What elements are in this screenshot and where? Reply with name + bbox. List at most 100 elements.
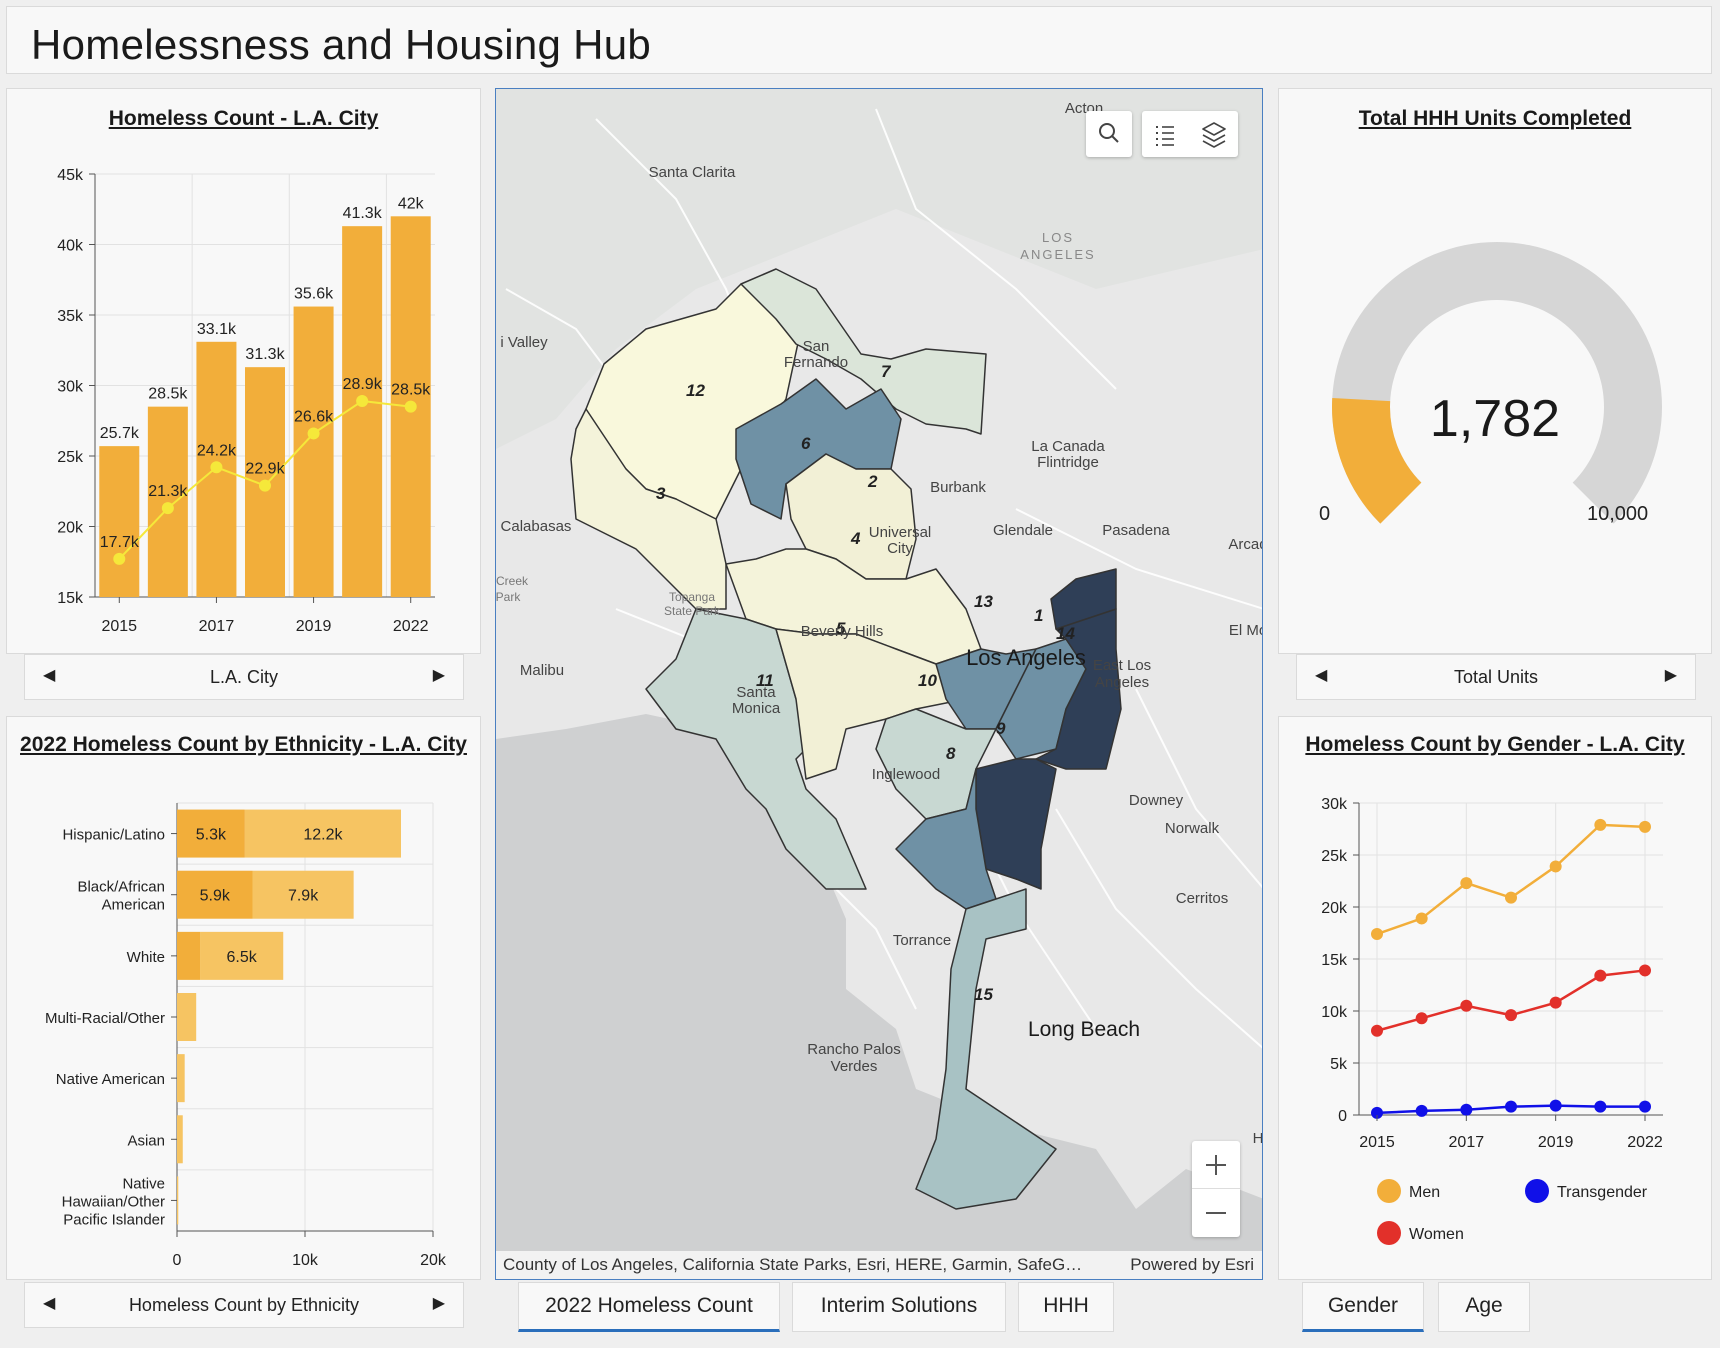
- place-label: Burbank: [930, 479, 986, 496]
- district-label: 14: [1056, 624, 1075, 643]
- plus-icon: [1206, 1155, 1226, 1175]
- place-label: Santa: [736, 684, 776, 701]
- series-point: [1549, 996, 1562, 1009]
- series-point: [1505, 1009, 1517, 1022]
- segment-label: 5.9k: [200, 888, 231, 905]
- x-tick-label: 20k: [420, 1252, 447, 1269]
- series-point: [1460, 1103, 1473, 1116]
- legend-list-icon[interactable]: [1142, 111, 1190, 157]
- y-tick-label: 25k: [1321, 848, 1348, 865]
- category-label: Asian: [127, 1132, 165, 1149]
- ethnicity-panel: 2022 Homeless Count by Ethnicity - L.A. …: [6, 716, 481, 1280]
- segment-label: 6.5k: [227, 949, 258, 966]
- units-panel: Total HHH Units Completed 1,782 0 10,000: [1278, 88, 1712, 654]
- place-label: Topanga: [669, 590, 715, 604]
- y-tick-label: 40k: [57, 238, 84, 255]
- category-label: Native American: [56, 1071, 165, 1088]
- category-label: Black/African: [77, 879, 165, 896]
- map-canvas[interactable]: 12 7 6 2 3 4 13 1 14 5 11 10 9 8 15 Acto…: [496, 89, 1263, 1280]
- place-label: Los Angeles: [966, 645, 1086, 670]
- next-arrow-icon[interactable]: ▶: [433, 1293, 445, 1313]
- layers-icon[interactable]: [1190, 111, 1238, 157]
- bar-value-label: 33.1k: [197, 321, 237, 338]
- series-point: [1594, 969, 1607, 982]
- gender-panel: Homeless Count by Gender - L.A. City 0 5k…: [1278, 716, 1712, 1280]
- ethnicity-nav: ◀ Homeless Count by Ethnicity ▶: [24, 1282, 464, 1328]
- x-tick-label: 2022: [393, 618, 429, 635]
- bar-value-label: 31.3k: [245, 346, 285, 363]
- series-point: [1505, 891, 1517, 904]
- place-label: Monica: [732, 700, 781, 717]
- tab-age[interactable]: Age: [1438, 1282, 1530, 1332]
- x-tick-label: 2019: [1538, 1134, 1574, 1151]
- x-tick-label: 0: [173, 1252, 182, 1269]
- place-label: City: [887, 540, 913, 557]
- segment-label: 7.9k: [288, 888, 319, 905]
- place-label: Arcad: [1228, 536, 1263, 553]
- place-label: State Park: [664, 604, 721, 618]
- place-label: Verdes: [831, 1058, 878, 1075]
- place-label: i Valley: [500, 334, 548, 351]
- series-point: [1505, 1100, 1517, 1113]
- line-point: [210, 461, 223, 474]
- bar: [342, 226, 383, 598]
- tab-hhh[interactable]: HHH: [1018, 1282, 1114, 1332]
- search-button[interactable]: [1086, 111, 1132, 157]
- series-point: [1415, 1104, 1428, 1117]
- line-value-label: 24.2k: [197, 442, 237, 459]
- series-point: [1594, 1100, 1607, 1113]
- category-label: Multi-Racial/Other: [45, 1010, 165, 1027]
- tab-gender[interactable]: Gender: [1302, 1282, 1424, 1332]
- units-nav: ◀ Total Units ▶: [1296, 654, 1696, 700]
- homeless-count-chart: 15k 20k 25k 30k 35k 40k 45k 25.7k 28.5k 33.1k 31.3…: [57, 167, 435, 635]
- district-label: 15: [974, 985, 993, 1004]
- tab-2022-homeless-count[interactable]: 2022 Homeless Count: [518, 1282, 780, 1332]
- place-label: LOS: [1042, 230, 1074, 245]
- category-label: Native: [122, 1175, 165, 1192]
- category-label: White: [127, 949, 165, 966]
- place-label: Inglewood: [872, 766, 940, 783]
- series-point: [1639, 820, 1651, 833]
- gauge-min-label: 0: [1319, 503, 1331, 525]
- homeless-count-panel: Homeless Count - L.A. City 15k 20k 25k 30k 3…: [6, 88, 481, 654]
- place-label: La Canada: [1031, 438, 1105, 455]
- district-label: 9: [996, 719, 1006, 738]
- district-label: 8: [946, 744, 956, 763]
- place-label: Long Beach: [1028, 1018, 1140, 1041]
- place-label: Rancho Palos: [807, 1041, 900, 1058]
- bar-segment-b: [177, 1054, 185, 1103]
- x-tick-label: 2017: [199, 618, 235, 635]
- tab-interim-solutions[interactable]: Interim Solutions: [792, 1282, 1006, 1332]
- homeless-count-nav: ◀ L.A. City ▶: [24, 654, 464, 700]
- district-label: 13: [974, 592, 993, 611]
- segment-label: 5.3k: [196, 827, 227, 844]
- place-label: Torrance: [893, 932, 951, 949]
- series-point: [1371, 928, 1383, 941]
- legend-label: Women: [1409, 1226, 1464, 1243]
- place-label: El Mo: [1229, 622, 1263, 639]
- map-view[interactable]: 12 7 6 2 3 4 13 1 14 5 11 10 9 8 15 Acto…: [495, 88, 1263, 1280]
- series-point: [1415, 1012, 1428, 1025]
- place-label: Park: [496, 590, 521, 604]
- powered-by-text[interactable]: Powered by Esri: [1130, 1255, 1254, 1275]
- series-point: [1460, 877, 1473, 890]
- next-arrow-icon[interactable]: ▶: [433, 665, 445, 685]
- district-label: 6: [801, 434, 811, 453]
- series-point: [1415, 912, 1428, 925]
- zoom-in-button[interactable]: [1192, 1141, 1240, 1189]
- legend-marker: [1377, 1179, 1401, 1203]
- gauge-max-label: 10,000: [1587, 503, 1649, 525]
- search-icon: [1099, 123, 1119, 143]
- place-label: Calabasas: [501, 518, 572, 535]
- place-label: Norwalk: [1165, 820, 1220, 837]
- legend-label: Men: [1409, 1184, 1440, 1201]
- next-arrow-icon[interactable]: ▶: [1665, 665, 1677, 685]
- place-label: Flintridge: [1037, 454, 1099, 471]
- line-point: [356, 395, 369, 408]
- category-label: American: [102, 897, 165, 914]
- zoom-out-button[interactable]: [1192, 1189, 1240, 1237]
- header-bar: Homelessness and Housing Hub: [6, 6, 1712, 74]
- x-tick-label: 2019: [296, 618, 332, 635]
- place-label: Creek: [496, 574, 529, 588]
- series-point: [1639, 1100, 1651, 1113]
